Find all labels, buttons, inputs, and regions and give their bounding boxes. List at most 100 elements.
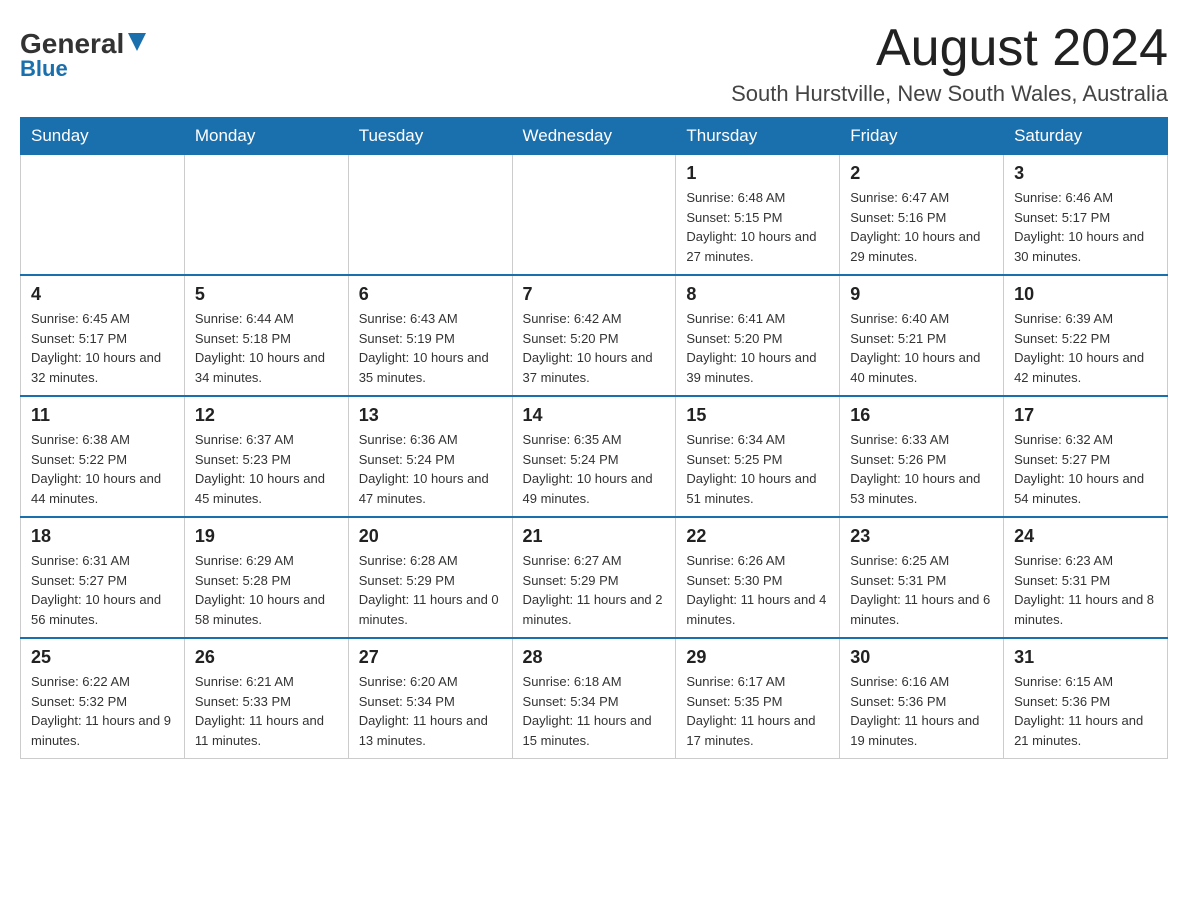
calendar-cell: 16 Sunrise: 6:33 AM Sunset: 5:26 PM Dayli… (840, 396, 1004, 517)
day-number: 4 (31, 284, 174, 305)
calendar-cell: 25 Sunrise: 6:22 AM Sunset: 5:32 PM Dayli… (21, 638, 185, 759)
calendar-cell: 13 Sunrise: 6:36 AM Sunset: 5:24 PM Dayli… (348, 396, 512, 517)
col-header-saturday: Saturday (1004, 118, 1168, 155)
calendar-cell: 15Sunrise: 6:34 AM Sunset: 5:25 PM Dayli… (676, 396, 840, 517)
day-info: Sunrise: 6:31 AM Sunset: 5:27 PM Dayligh… (31, 551, 174, 629)
calendar-cell (512, 155, 676, 276)
day-info: Sunrise: 6:45 AM Sunset: 5:17 PM Dayligh… (31, 309, 174, 387)
day-info: Sunrise: 6:40 AM Sunset: 5:21 PM Dayligh… (850, 309, 993, 387)
day-info: Sunrise: 6:22 AM Sunset: 5:32 PM Dayligh… (31, 672, 174, 750)
calendar-cell: 18 Sunrise: 6:31 AM Sunset: 5:27 PM Dayli… (21, 517, 185, 638)
day-number: 17 (1014, 405, 1157, 426)
calendar-cell: 22Sunrise: 6:26 AM Sunset: 5:30 PM Dayli… (676, 517, 840, 638)
calendar-cell: 17 Sunrise: 6:32 AM Sunset: 5:27 PM Dayli… (1004, 396, 1168, 517)
day-number: 20 (359, 526, 502, 547)
day-info: Sunrise: 6:44 AM Sunset: 5:18 PM Dayligh… (195, 309, 338, 387)
day-number: 19 (195, 526, 338, 547)
day-info: Sunrise: 6:15 AM Sunset: 5:36 PM Dayligh… (1014, 672, 1157, 750)
calendar-cell: 11 Sunrise: 6:38 AM Sunset: 5:22 PM Dayli… (21, 396, 185, 517)
col-header-sunday: Sunday (21, 118, 185, 155)
calendar-cell: 23 Sunrise: 6:25 AM Sunset: 5:31 PM Dayli… (840, 517, 1004, 638)
calendar-cell: 29Sunrise: 6:17 AM Sunset: 5:35 PM Dayli… (676, 638, 840, 759)
day-info: Sunrise: 6:33 AM Sunset: 5:26 PM Dayligh… (850, 430, 993, 508)
day-number: 23 (850, 526, 993, 547)
calendar-cell: 10 Sunrise: 6:39 AM Sunset: 5:22 PM Dayli… (1004, 275, 1168, 396)
day-info: Sunrise: 6:38 AM Sunset: 5:22 PM Dayligh… (31, 430, 174, 508)
day-number: 31 (1014, 647, 1157, 668)
day-info: Sunrise: 6:26 AM Sunset: 5:30 PM Dayligh… (686, 551, 829, 629)
day-info: Sunrise: 6:42 AM Sunset: 5:20 PM Dayligh… (523, 309, 666, 387)
day-info: Sunrise: 6:18 AM Sunset: 5:34 PM Dayligh… (523, 672, 666, 750)
day-number: 3 (1014, 163, 1157, 184)
day-number: 29 (686, 647, 829, 668)
calendar-cell (348, 155, 512, 276)
day-number: 11 (31, 405, 174, 426)
calendar-header-row: SundayMondayTuesdayWednesdayThursdayFrid… (21, 118, 1168, 155)
logo-general: General (20, 30, 124, 58)
day-info: Sunrise: 6:43 AM Sunset: 5:19 PM Dayligh… (359, 309, 502, 387)
day-info: Sunrise: 6:34 AM Sunset: 5:25 PM Dayligh… (686, 430, 829, 508)
calendar-cell: 9 Sunrise: 6:40 AM Sunset: 5:21 PM Daylig… (840, 275, 1004, 396)
day-info: Sunrise: 6:29 AM Sunset: 5:28 PM Dayligh… (195, 551, 338, 629)
day-number: 28 (523, 647, 666, 668)
day-number: 30 (850, 647, 993, 668)
day-number: 9 (850, 284, 993, 305)
calendar-cell: 26Sunrise: 6:21 AM Sunset: 5:33 PM Dayli… (184, 638, 348, 759)
col-header-wednesday: Wednesday (512, 118, 676, 155)
day-info: Sunrise: 6:46 AM Sunset: 5:17 PM Dayligh… (1014, 188, 1157, 266)
day-number: 13 (359, 405, 502, 426)
calendar-cell (21, 155, 185, 276)
day-number: 2 (850, 163, 993, 184)
calendar-cell: 1Sunrise: 6:48 AM Sunset: 5:15 PM Daylig… (676, 155, 840, 276)
day-info: Sunrise: 6:20 AM Sunset: 5:34 PM Dayligh… (359, 672, 502, 750)
calendar-cell: 8 Sunrise: 6:41 AM Sunset: 5:20 PM Daylig… (676, 275, 840, 396)
day-info: Sunrise: 6:39 AM Sunset: 5:22 PM Dayligh… (1014, 309, 1157, 387)
calendar-cell: 7Sunrise: 6:42 AM Sunset: 5:20 PM Daylig… (512, 275, 676, 396)
calendar-week-row: 18 Sunrise: 6:31 AM Sunset: 5:27 PM Dayli… (21, 517, 1168, 638)
logo: General Blue (20, 30, 148, 82)
day-info: Sunrise: 6:35 AM Sunset: 5:24 PM Dayligh… (523, 430, 666, 508)
calendar-cell: 19 Sunrise: 6:29 AM Sunset: 5:28 PM Dayli… (184, 517, 348, 638)
calendar-week-row: 11 Sunrise: 6:38 AM Sunset: 5:22 PM Dayli… (21, 396, 1168, 517)
calendar-cell: 28 Sunrise: 6:18 AM Sunset: 5:34 PM Dayli… (512, 638, 676, 759)
calendar-cell: 30 Sunrise: 6:16 AM Sunset: 5:36 PM Dayli… (840, 638, 1004, 759)
calendar-week-row: 25 Sunrise: 6:22 AM Sunset: 5:32 PM Dayli… (21, 638, 1168, 759)
day-info: Sunrise: 6:48 AM Sunset: 5:15 PM Dayligh… (686, 188, 829, 266)
day-info: Sunrise: 6:16 AM Sunset: 5:36 PM Dayligh… (850, 672, 993, 750)
day-number: 10 (1014, 284, 1157, 305)
col-header-friday: Friday (840, 118, 1004, 155)
calendar-cell: 5 Sunrise: 6:44 AM Sunset: 5:18 PM Daylig… (184, 275, 348, 396)
day-info: Sunrise: 6:36 AM Sunset: 5:24 PM Dayligh… (359, 430, 502, 508)
logo-triangle-icon (126, 31, 148, 53)
calendar-cell (184, 155, 348, 276)
month-title: August 2024 (731, 20, 1168, 77)
col-header-monday: Monday (184, 118, 348, 155)
title-area: August 2024 South Hurstville, New South … (731, 20, 1168, 107)
col-header-thursday: Thursday (676, 118, 840, 155)
day-info: Sunrise: 6:32 AM Sunset: 5:27 PM Dayligh… (1014, 430, 1157, 508)
calendar-cell: 20Sunrise: 6:28 AM Sunset: 5:29 PM Dayli… (348, 517, 512, 638)
day-number: 12 (195, 405, 338, 426)
day-number: 6 (359, 284, 502, 305)
day-info: Sunrise: 6:23 AM Sunset: 5:31 PM Dayligh… (1014, 551, 1157, 629)
day-number: 5 (195, 284, 338, 305)
calendar-week-row: 4 Sunrise: 6:45 AM Sunset: 5:17 PM Daylig… (21, 275, 1168, 396)
day-number: 25 (31, 647, 174, 668)
day-info: Sunrise: 6:41 AM Sunset: 5:20 PM Dayligh… (686, 309, 829, 387)
calendar-cell: 3 Sunrise: 6:46 AM Sunset: 5:17 PM Daylig… (1004, 155, 1168, 276)
calendar-cell: 24Sunrise: 6:23 AM Sunset: 5:31 PM Dayli… (1004, 517, 1168, 638)
day-number: 26 (195, 647, 338, 668)
calendar-cell: 27 Sunrise: 6:20 AM Sunset: 5:34 PM Dayli… (348, 638, 512, 759)
calendar-week-row: 1Sunrise: 6:48 AM Sunset: 5:15 PM Daylig… (21, 155, 1168, 276)
day-number: 27 (359, 647, 502, 668)
day-number: 16 (850, 405, 993, 426)
day-number: 18 (31, 526, 174, 547)
calendar-cell: 2Sunrise: 6:47 AM Sunset: 5:16 PM Daylig… (840, 155, 1004, 276)
day-info: Sunrise: 6:37 AM Sunset: 5:23 PM Dayligh… (195, 430, 338, 508)
day-info: Sunrise: 6:25 AM Sunset: 5:31 PM Dayligh… (850, 551, 993, 629)
day-number: 14 (523, 405, 666, 426)
calendar-cell: 21Sunrise: 6:27 AM Sunset: 5:29 PM Dayli… (512, 517, 676, 638)
calendar-cell: 14 Sunrise: 6:35 AM Sunset: 5:24 PM Dayli… (512, 396, 676, 517)
day-number: 8 (686, 284, 829, 305)
calendar-cell: 6 Sunrise: 6:43 AM Sunset: 5:19 PM Daylig… (348, 275, 512, 396)
